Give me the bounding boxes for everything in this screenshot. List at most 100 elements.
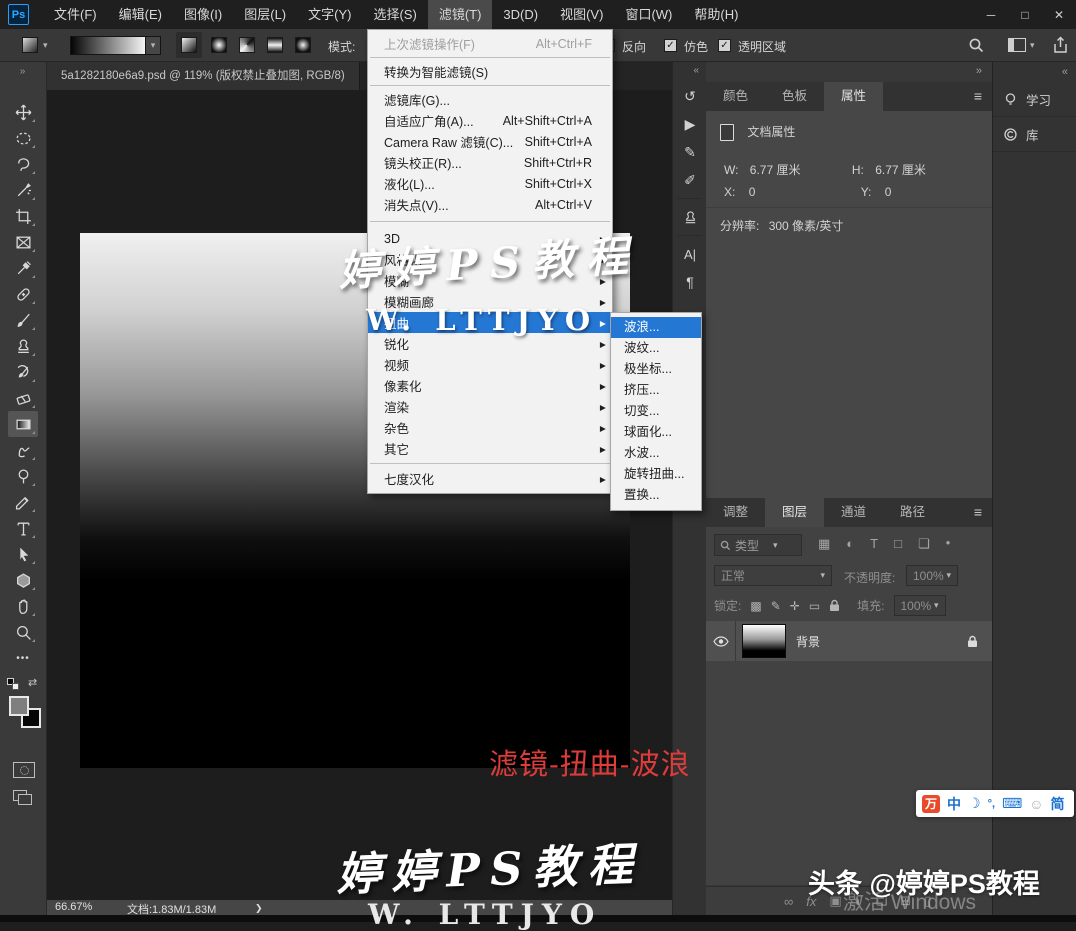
- share-icon[interactable]: [1052, 36, 1069, 54]
- filter-pixel-layers-icon[interactable]: ▦: [818, 536, 830, 552]
- minimize-button[interactable]: ─: [974, 0, 1008, 29]
- character-panel-icon[interactable]: A|: [673, 240, 707, 268]
- actions-panel-icon[interactable]: ▶: [673, 110, 707, 138]
- reflected-gradient-button[interactable]: [262, 32, 288, 58]
- lock-all-icon[interactable]: [829, 599, 840, 612]
- path-selection-tool[interactable]: [8, 541, 38, 567]
- menu-type[interactable]: 文字(Y): [297, 0, 362, 29]
- zoom-level[interactable]: 66.67%: [55, 901, 92, 913]
- brushes-panel-icon[interactable]: ✐: [673, 166, 707, 194]
- hand-tool[interactable]: [8, 593, 38, 619]
- panel-collapse-icon[interactable]: »: [976, 65, 982, 77]
- menu-window[interactable]: 窗口(W): [614, 0, 683, 29]
- tab-channels[interactable]: 通道: [824, 498, 883, 527]
- menu-select[interactable]: 选择(S): [362, 0, 427, 29]
- type-tool[interactable]: [8, 515, 38, 541]
- menu-view[interactable]: 视图(V): [549, 0, 614, 29]
- default-colors-icon[interactable]: [7, 678, 19, 690]
- submenu-item-displace[interactable]: 置换...: [611, 485, 701, 506]
- filter-adjustment-layers-icon[interactable]: ◐: [846, 536, 854, 552]
- submenu-item-zigzag[interactable]: 水波...: [611, 443, 701, 464]
- menu-item-noise[interactable]: 杂色 ▶: [368, 417, 612, 438]
- menu-item-lens-correction[interactable]: 镜头校正(R)... Shift+Ctrl+R: [368, 152, 612, 173]
- edit-toolbar-ellipsis-icon[interactable]: •••: [8, 645, 38, 671]
- radial-gradient-button[interactable]: [206, 32, 232, 58]
- dither-label[interactable]: 仿色: [684, 38, 708, 55]
- layer-filter-select[interactable]: 类型 ▾: [714, 534, 802, 556]
- ime-moon-icon[interactable]: ☽: [968, 795, 981, 812]
- learn-panel-button[interactable]: 学习: [993, 82, 1076, 117]
- brush-settings-panel-icon[interactable]: ✎: [673, 138, 707, 166]
- crop-tool[interactable]: [8, 203, 38, 229]
- zoom-tool[interactable]: [8, 619, 38, 645]
- menu-item-camera-raw[interactable]: Camera Raw 滤镜(C)... Shift+Ctrl+A: [368, 131, 612, 152]
- submenu-item-polar-coordinates[interactable]: 极坐标...: [611, 359, 701, 380]
- menu-3d[interactable]: 3D(D): [492, 0, 549, 29]
- ime-brand-icon[interactable]: 万: [922, 795, 940, 813]
- diamond-gradient-button[interactable]: [290, 32, 316, 58]
- swap-colors-icon[interactable]: ⇄: [28, 676, 37, 689]
- menu-image[interactable]: 图像(I): [173, 0, 233, 29]
- menu-layer[interactable]: 图层(L): [233, 0, 297, 29]
- tool-preset-chevron-icon[interactable]: ▾: [43, 40, 48, 51]
- tool-preset-thumbnail[interactable]: [22, 37, 38, 53]
- link-layers-icon[interactable]: ∞: [784, 894, 793, 909]
- menu-item-qidu-localization[interactable]: 七度汉化 ▶: [368, 468, 612, 489]
- move-tool[interactable]: [8, 99, 38, 125]
- search-icon[interactable]: [968, 37, 984, 53]
- transparency-checkbox[interactable]: ✓: [718, 39, 731, 52]
- filter-pin-icon[interactable]: ●: [946, 538, 951, 552]
- menu-item-filter-gallery[interactable]: 滤镜库(G)...: [368, 89, 612, 110]
- submenu-item-ripple[interactable]: 波纹...: [611, 338, 701, 359]
- paragraph-panel-icon[interactable]: ¶: [673, 268, 707, 296]
- angle-gradient-button[interactable]: [234, 32, 260, 58]
- panel-menu-icon[interactable]: ≡: [974, 504, 982, 520]
- blend-mode-select[interactable]: 正常 ▾: [714, 565, 832, 586]
- opacity-select[interactable]: 100% ▾: [906, 565, 958, 586]
- gradient-preview[interactable]: [70, 36, 146, 55]
- document-tab[interactable]: 5a1282180e6a9.psd @ 119% (版权禁止叠加图, RGB/8…: [47, 62, 360, 90]
- submenu-item-twirl[interactable]: 旋转扭曲...: [611, 464, 701, 485]
- screen-mode-button[interactable]: [13, 790, 33, 806]
- brush-tool[interactable]: [8, 307, 38, 333]
- submenu-item-pinch[interactable]: 挤压...: [611, 380, 701, 401]
- dock-collapse-icon[interactable]: «: [673, 62, 706, 76]
- clone-stamp-tool[interactable]: [8, 333, 38, 359]
- filter-type-layers-icon[interactable]: T: [870, 536, 878, 552]
- menu-edit[interactable]: 编辑(E): [108, 0, 173, 29]
- tab-swatches[interactable]: 色板: [765, 82, 824, 111]
- submenu-item-wave[interactable]: 波浪...: [611, 317, 701, 338]
- lasso-tool[interactable]: [8, 151, 38, 177]
- status-chevron-icon[interactable]: ❯: [255, 903, 263, 914]
- toolbar-collapse-icon[interactable]: »: [0, 62, 46, 77]
- filter-smart-objects-icon[interactable]: ❏: [918, 536, 930, 552]
- submenu-item-spherize[interactable]: 球面化...: [611, 422, 701, 443]
- quick-mask-button[interactable]: [13, 762, 35, 778]
- lock-artboard-icon[interactable]: ▭: [809, 599, 820, 613]
- ime-tone-icon[interactable]: °,: [988, 798, 995, 810]
- smudge-tool[interactable]: [8, 437, 38, 463]
- ime-keyboard-icon[interactable]: ⌨: [1002, 795, 1022, 812]
- reverse-label[interactable]: 反向: [622, 38, 646, 55]
- menu-item-liquify[interactable]: 液化(L)... Shift+Ctrl+X: [368, 173, 612, 194]
- dither-checkbox[interactable]: ✓: [664, 39, 677, 52]
- marquee-tool[interactable]: [8, 125, 38, 151]
- shape-tool[interactable]: [8, 567, 38, 593]
- menu-item-pixelate[interactable]: 像素化 ▶: [368, 375, 612, 396]
- ime-user-icon[interactable]: ☺: [1029, 796, 1043, 812]
- history-panel-icon[interactable]: ↺: [673, 82, 707, 110]
- eraser-tool[interactable]: [8, 385, 38, 411]
- tab-adjustments[interactable]: 调整: [706, 498, 765, 527]
- menu-file[interactable]: 文件(F): [43, 0, 108, 29]
- gradient-tool[interactable]: [8, 411, 38, 437]
- tab-properties[interactable]: 属性: [824, 82, 883, 111]
- lock-paint-icon[interactable]: ✎: [771, 599, 781, 613]
- menu-item-vanishing-point[interactable]: 消失点(V)... Alt+Ctrl+V: [368, 194, 612, 215]
- menu-item-render[interactable]: 渲染 ▶: [368, 396, 612, 417]
- linear-gradient-button[interactable]: [176, 32, 202, 58]
- menu-item-adaptive-wide-angle[interactable]: 自适应广角(A)... Alt+Shift+Ctrl+A: [368, 110, 612, 131]
- submenu-item-shear[interactable]: 切变...: [611, 401, 701, 422]
- gradient-picker-chevron[interactable]: ▾: [146, 36, 161, 55]
- menu-help[interactable]: 帮助(H): [683, 0, 749, 29]
- ime-simplified-toggle[interactable]: 简: [1051, 794, 1065, 814]
